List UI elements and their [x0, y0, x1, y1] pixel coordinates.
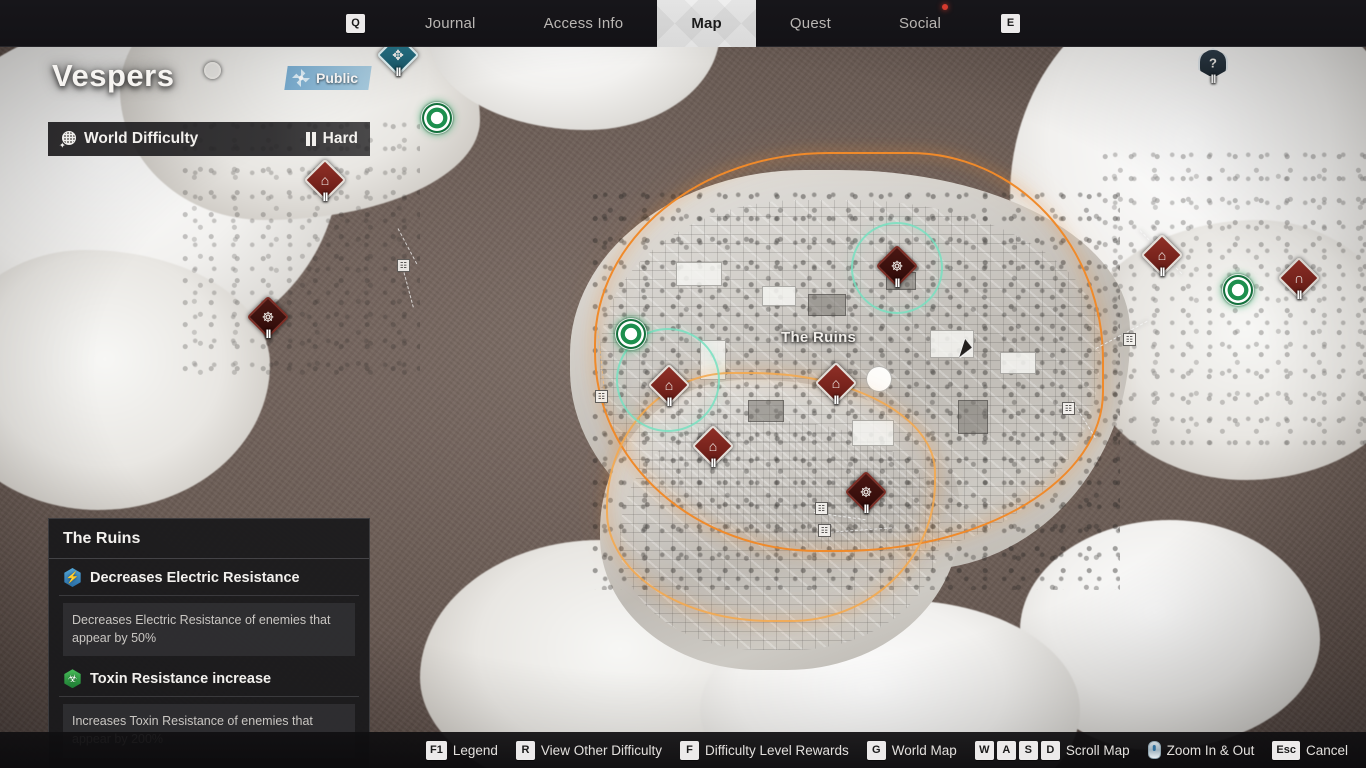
tab-social[interactable]: Social [865, 0, 975, 47]
tab-map[interactable]: Map [657, 0, 756, 47]
marker-tier-label: II [1296, 288, 1303, 302]
marker-tier-label: II [666, 395, 673, 409]
hint-label: Scroll Map [1065, 742, 1130, 758]
world-difficulty-value: Hard [322, 130, 358, 147]
key-esc[interactable]: Esc [1272, 740, 1300, 760]
difficulty-level-icon [306, 132, 316, 146]
hint-keys: WASD [974, 740, 1060, 760]
hint-keys: G [866, 740, 886, 760]
key-r[interactable]: R [515, 740, 535, 760]
session-visibility-tag[interactable]: Public [284, 66, 372, 90]
nav-prev-key[interactable]: Q [345, 13, 365, 33]
marker-tier-label: II [322, 190, 329, 204]
tab-access-info[interactable]: Access Info [510, 0, 658, 47]
world-difficulty-label: World Difficulty [84, 130, 199, 147]
hint-difficulty-level-rewards[interactable]: F Difficulty Level Rewards [679, 740, 849, 760]
location-info-panel: The Ruins ⚡ Decreases Electric Resistanc… [48, 518, 370, 768]
player-position-marker [204, 62, 221, 79]
modifier-name: Decreases Electric Resistance [90, 569, 300, 586]
key-a[interactable]: A [996, 740, 1016, 760]
tab-quest[interactable]: Quest [756, 0, 865, 47]
teleporter-waypoint[interactable] [421, 102, 453, 134]
toxin-icon: ☣ [64, 669, 81, 689]
modifier-header: ☣ Toxin Resistance increase [59, 660, 359, 698]
hint-label: Zoom In & Out [1166, 742, 1255, 758]
modifier-description: Decreases Electric Resistance of enemies… [63, 603, 355, 657]
ladder-icon: ☷ [1062, 402, 1075, 415]
marker-tier-label: II [894, 276, 901, 290]
bottom-hint-bar: F1 Legend R View Other Difficulty F Difficult… [0, 732, 1366, 768]
hint-keys: Esc [1272, 740, 1300, 760]
hint-legend[interactable]: F1 Legend [426, 740, 498, 760]
nav-next-key[interactable]: E [1001, 13, 1021, 33]
hint-list: F1 Legend R View Other Difficulty F Difficult… [408, 740, 1348, 760]
location-info-title: The Ruins [49, 519, 369, 559]
hint-label: World Map [891, 742, 957, 758]
lightning-icon: ⚡ [64, 568, 81, 587]
hint-keys: R [515, 740, 535, 760]
top-navigation-bar: Q Journal Access Info Map Quest Social E [0, 0, 1366, 47]
ladder-icon: ☷ [815, 502, 828, 515]
tab-social-label: Social [898, 14, 942, 32]
notification-dot-icon [941, 3, 948, 10]
modifier-name: Toxin Resistance increase [90, 670, 272, 687]
hint-cancel[interactable]: Esc Cancel [1272, 740, 1348, 760]
game-map-screen: ⌂ II ☸ II ⌂ II ⌂ II ⌂ II ☸ II ☸ II ⌂ II ∩ II ✥ II ☷ ☷ ☷ ☷ ☷ ☷ ? … [0, 0, 1366, 768]
key-f1[interactable]: F1 [426, 740, 447, 760]
hint-scroll-map[interactable]: W A S D Scroll Map [974, 740, 1130, 760]
top-nav-items: Q Journal Access Info Map Quest Social E [320, 0, 1046, 47]
teleporter-waypoint[interactable] [615, 318, 647, 350]
key-d[interactable]: D [1040, 740, 1060, 760]
rubble-field [180, 120, 420, 380]
hint-view-other-difficulty[interactable]: R View Other Difficulty [515, 740, 662, 760]
tab-map-label: Map [691, 14, 722, 32]
ladder-icon: ☷ [1123, 333, 1136, 346]
session-visibility-label: Public [316, 70, 359, 86]
modifier-header: ⚡ Decreases Electric Resistance [59, 559, 359, 596]
marker-tier-label: II [710, 456, 717, 470]
tab-journal[interactable]: Journal [391, 0, 510, 47]
key-w[interactable]: W [974, 740, 994, 760]
key-g[interactable]: G [866, 740, 886, 760]
world-difficulty-bar[interactable]: World Difficulty Hard [48, 122, 370, 156]
marker-tier-label: II [265, 327, 272, 341]
tab-journal-label: Journal [424, 14, 476, 32]
hint-keys: F1 [426, 740, 447, 760]
world-globe-icon [59, 131, 76, 150]
hint-zoom-in-out[interactable]: Zoom In & Out [1147, 741, 1255, 759]
tab-access-info-label: Access Info [543, 14, 624, 32]
modifier-row: ⚡ Decreases Electric Resistance Decrease… [49, 559, 369, 657]
hint-label: Legend [452, 742, 498, 758]
hint-world-map[interactable]: G World Map [866, 740, 957, 760]
poi-label-the-ruins: The Ruins [781, 329, 857, 346]
key-f[interactable]: F [679, 740, 699, 760]
marker-tier-label: II [395, 65, 402, 79]
region-title: Vespers [52, 58, 175, 93]
ladder-icon: ☷ [818, 524, 831, 537]
marker-tier-label: II [833, 393, 840, 407]
hint-label: Cancel [1305, 742, 1348, 758]
hint-label: Difficulty Level Rewards [704, 742, 849, 758]
tab-quest-label: Quest [789, 14, 831, 32]
compass-icon [292, 69, 310, 87]
world-difficulty-left: World Difficulty [59, 130, 199, 150]
hint-keys: F [679, 740, 699, 760]
ladder-icon: ☷ [595, 390, 608, 403]
world-difficulty-right: Hard [306, 130, 358, 148]
teleporter-waypoint[interactable] [1222, 274, 1254, 306]
unknown-marker[interactable]: ? II [1198, 48, 1228, 86]
marker-tier-label: II [863, 502, 870, 516]
unknown-marker-tier: II [1210, 72, 1217, 86]
ladder-icon: ☷ [397, 259, 410, 272]
mouse-scroll-icon [1147, 741, 1161, 759]
hint-label: View Other Difficulty [540, 742, 662, 758]
key-s[interactable]: S [1018, 740, 1038, 760]
marker-tier-label: II [1159, 265, 1166, 279]
